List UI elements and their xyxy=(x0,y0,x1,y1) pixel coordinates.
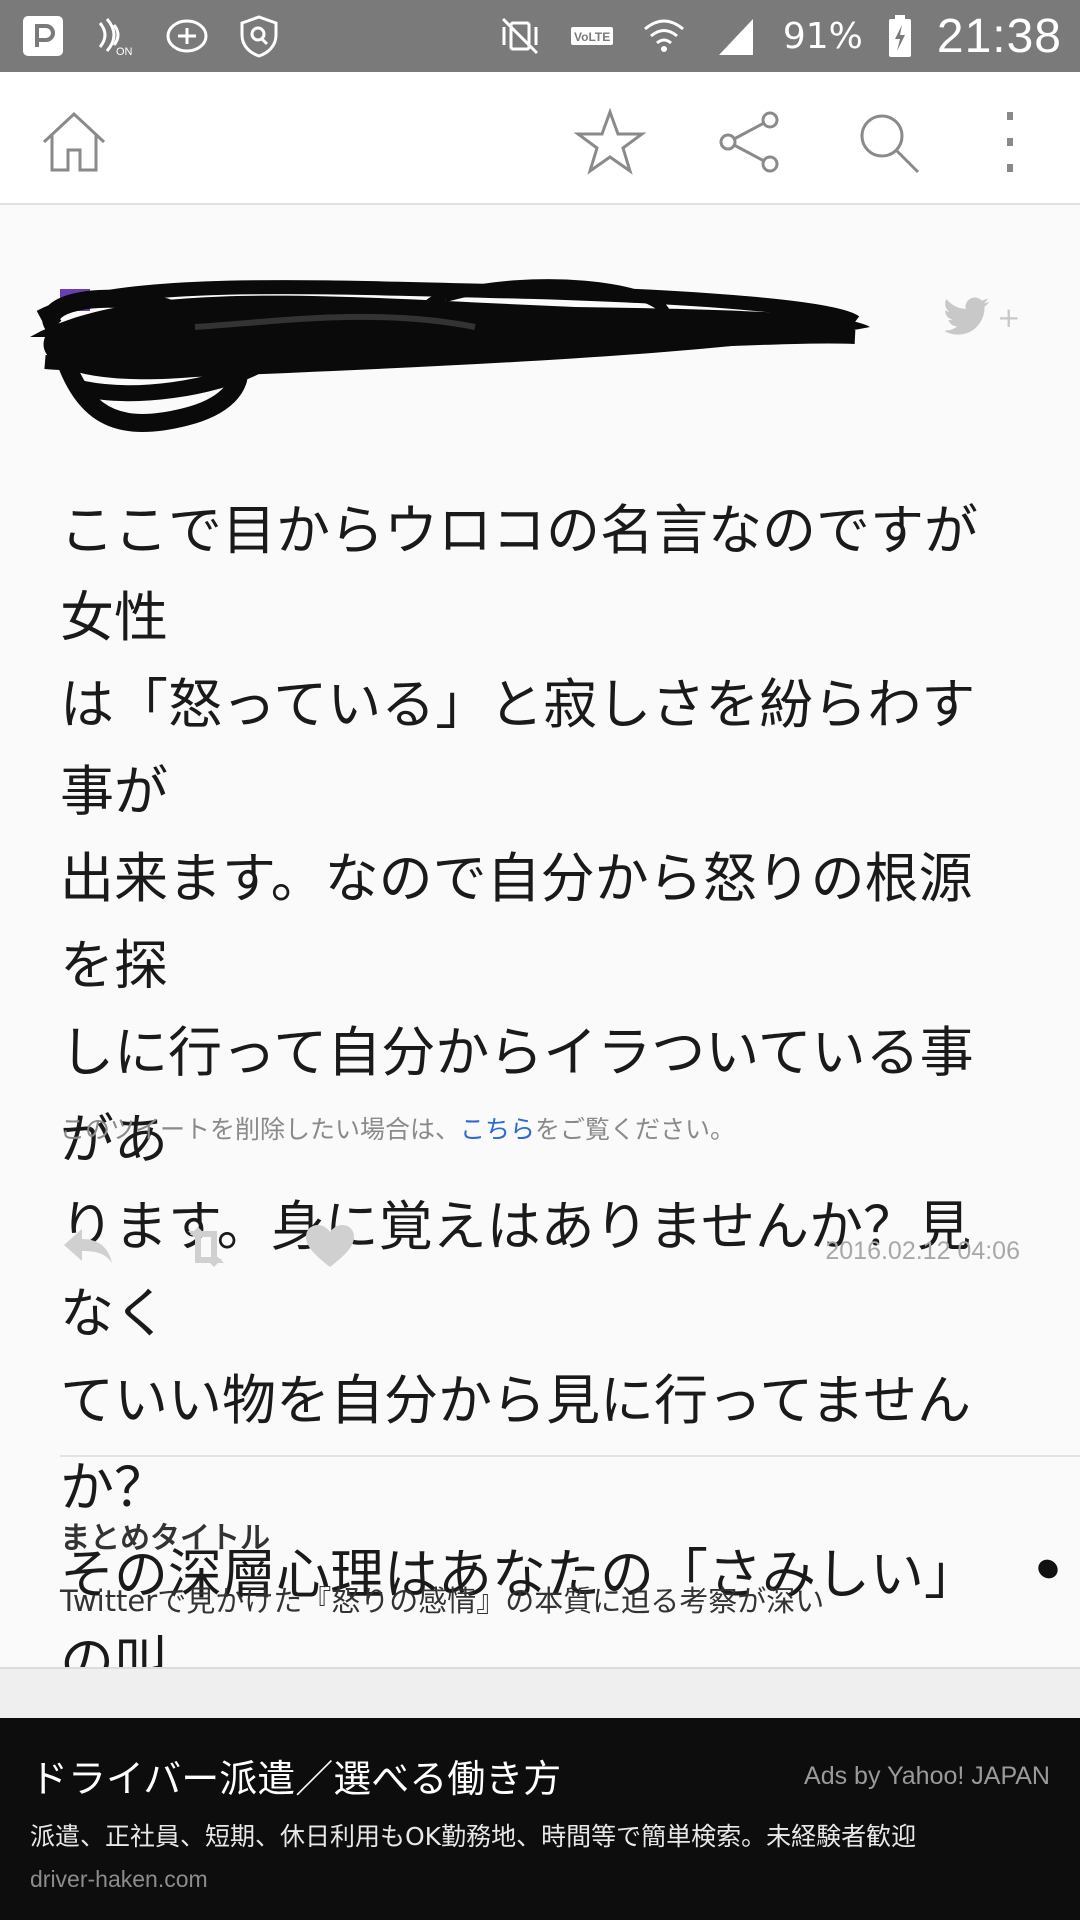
overflow-menu-button[interactable] xyxy=(970,102,1050,182)
tweet-timestamp: 2016.02.12 04:06 xyxy=(825,1237,1020,1265)
ad-description: 派遣、正社員、短期、休日利用もOK勤務地、時間等で簡単検索。未経験者歓迎 xyxy=(30,1822,917,1851)
svg-text:ON: ON xyxy=(116,46,133,58)
share-button[interactable] xyxy=(710,102,790,182)
twitter-follow-button[interactable]: + xyxy=(945,292,1025,342)
nfc-on-icon: ON xyxy=(90,11,140,61)
home-button[interactable] xyxy=(34,102,114,182)
ink-mark xyxy=(1034,1555,1062,1583)
home-icon xyxy=(42,111,106,172)
search-button[interactable] xyxy=(848,102,928,182)
twitter-follow-icon xyxy=(945,297,990,335)
clock: 21:38 xyxy=(936,9,1062,63)
share-icon xyxy=(719,111,779,173)
like-button[interactable] xyxy=(302,1219,358,1275)
retweet-icon xyxy=(188,1227,224,1267)
redacted-user-info xyxy=(30,279,870,432)
ad-url: driver-haken.com xyxy=(30,1866,208,1892)
shield-icon xyxy=(234,11,284,61)
delete-note-suffix: をご覧ください。 xyxy=(535,1115,736,1144)
favorite-button[interactable] xyxy=(570,102,650,182)
twitter-follow-plus: + xyxy=(997,300,1021,334)
like-icon xyxy=(306,1225,354,1267)
vibrate-mute-icon xyxy=(495,11,545,61)
status-bar-left: ON xyxy=(18,0,284,72)
footer-band xyxy=(0,1667,1080,1719)
svg-text:VoLTE: VoLTE xyxy=(574,30,610,44)
ad-title[interactable]: ドライバー派遣／選べる働き方 xyxy=(30,1748,561,1803)
signal-icon xyxy=(711,11,761,61)
summary-label: まとめタイトル xyxy=(60,1521,270,1556)
reply-button[interactable] xyxy=(60,1219,116,1275)
wifi-icon xyxy=(639,11,689,61)
volte-icon: VoLTE xyxy=(567,11,617,61)
summary-title-link[interactable]: Twitterで見かけた『怒りの感情』の本質に迫る考察が深い xyxy=(60,1578,824,1620)
retweet-button[interactable] xyxy=(178,1219,234,1275)
reply-icon xyxy=(64,1229,112,1263)
delete-tweet-note: このツイートを削除したい場合は、こちらをご覧ください。 xyxy=(60,1110,735,1146)
star-icon xyxy=(574,107,646,175)
battery-charging-icon xyxy=(885,11,915,61)
status-bar-right: VoLTE 91% 21:38 xyxy=(495,0,1062,72)
tweet-header: + xyxy=(0,267,1080,437)
ad-attribution[interactable]: Ads by Yahoo! JAPAN xyxy=(804,1762,1050,1791)
more-vert-icon xyxy=(1007,112,1013,172)
battery-percent: 91% xyxy=(782,15,863,57)
ad-banner[interactable]: ドライバー派遣／選べる働き方 Ads by Yahoo! JAPAN 派遣、正社… xyxy=(0,1718,1080,1920)
section-divider xyxy=(60,1455,1080,1457)
delete-note-link[interactable]: こちら xyxy=(460,1115,535,1144)
status-bar: ON VoLTE 91% 21:38 xyxy=(0,0,1080,72)
delete-note-prefix: このツイートを削除したい場合は、 xyxy=(60,1115,461,1144)
add-circle-icon xyxy=(162,11,212,61)
search-icon xyxy=(860,114,920,174)
app-p-icon xyxy=(18,11,68,61)
app-toolbar xyxy=(0,72,1080,205)
